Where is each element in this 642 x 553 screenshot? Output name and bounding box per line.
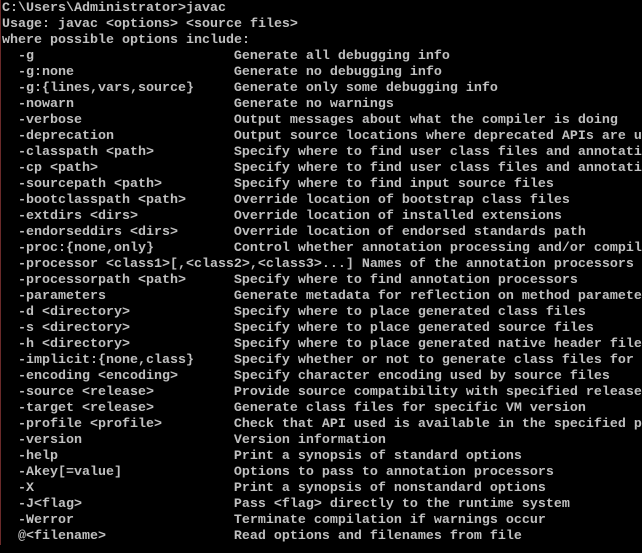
option-description: Specify where to place generated native … [233, 337, 642, 352]
option-row: -g:none Generate no debugging info [2, 65, 642, 81]
option-description: Pass <flag> directly to the runtime syst… [233, 497, 570, 512]
option-name: -processor <class1>[,<class2>,<class3>..… [17, 257, 354, 272]
option-description: Control whether annotation processing an… [233, 241, 642, 256]
option-row: -parameters Generate metadata for reflect… [2, 289, 642, 305]
option-name: -classpath <path> [17, 145, 154, 160]
option-row: -X Print a synopsis of nonstandard option… [2, 481, 642, 497]
option-row: -nowarn Generate no warnings [2, 97, 642, 113]
option-name: -s <directory> [17, 321, 130, 336]
option-row: @<filename> Read options and filenames fr… [2, 529, 642, 545]
option-name: -extdirs <dirs> [17, 209, 138, 224]
option-row: -d <directory> Specify where to place gen… [2, 305, 642, 321]
option-description: Print a synopsis of standard options [233, 449, 522, 464]
option-description: Specify where to find annotation process… [233, 273, 578, 288]
option-description: Override location of installed extension… [233, 209, 562, 224]
option-name: -cp <path> [17, 161, 98, 176]
option-name: -Werror [17, 513, 74, 528]
option-row: -deprecation Output source locations wher… [2, 129, 642, 145]
option-name: -parameters [17, 289, 106, 304]
option-row: -g Generate all debugging info [2, 49, 642, 65]
option-row: -s <directory> Specify where to place gen… [2, 321, 642, 337]
prompt-line: C:\Users\Administrator>javac [2, 1, 226, 16]
intro-line: where possible options include: [2, 33, 250, 48]
option-description: Specify where to find input source files [233, 177, 554, 192]
option-row: -processor <class1>[,<class2>,<class3>..… [2, 257, 642, 273]
option-name: -g:{lines,vars,source} [17, 81, 194, 96]
option-description: Check that API used is available in the … [233, 417, 642, 432]
option-row: -endorseddirs <dirs> Override location of… [2, 225, 642, 241]
usage-line: Usage: javac <options> <source files> [2, 17, 298, 32]
option-name: -J<flag> [17, 497, 82, 512]
option-description: Provide source compatibility with specif… [233, 385, 642, 400]
option-description: Terminate compilation if warnings occur [233, 513, 546, 528]
option-description: Specify character encoding used by sourc… [233, 369, 610, 384]
option-name: -g [17, 49, 34, 64]
option-name: -nowarn [17, 97, 74, 112]
option-name: -target <release> [17, 401, 154, 416]
option-row: -encoding <encoding> Specify character en… [2, 369, 642, 385]
option-description: Output source locations where deprecated… [233, 129, 642, 144]
console-output[interactable]: C:\Users\Administrator>javac Usage: javac… [2, 0, 642, 545]
option-row: -Akey[=value] Options to pass to annotati… [2, 465, 642, 481]
option-name: -source <release> [17, 385, 154, 400]
option-description: Generate all debugging info [233, 49, 450, 64]
option-name: -Akey[=value] [17, 465, 122, 480]
option-row: -version Version information [2, 433, 642, 449]
option-name: -version [17, 433, 82, 448]
option-name: -d <directory> [17, 305, 130, 320]
option-name: @<filename> [17, 529, 106, 544]
option-name: -X [17, 481, 34, 496]
option-row: -classpath <path> Specify where to find u… [2, 145, 642, 161]
option-description: Specify where to place generated class f… [233, 305, 586, 320]
option-name: -processorpath <path> [17, 273, 186, 288]
option-row: -extdirs <dirs> Override location of inst… [2, 209, 642, 225]
option-name: -help [17, 449, 58, 464]
option-row: -Werror Terminate compilation if warnings… [2, 513, 642, 529]
option-name: -endorseddirs <dirs> [17, 225, 178, 240]
option-row: -bootclasspath <path> Override location o… [2, 193, 642, 209]
option-description: Generate metadata for reflection on meth… [233, 289, 642, 304]
option-name: -encoding <encoding> [17, 369, 178, 384]
options-list: -g Generate all debugging info -g:none Gene… [2, 49, 642, 545]
option-row: -proc:{none,only} Control whether annotat… [2, 241, 642, 257]
option-name: -verbose [17, 113, 82, 128]
option-row: -h <directory> Specify where to place gen… [2, 337, 642, 353]
option-description: Specify where to find user class files a… [233, 145, 642, 160]
option-row: -verbose Output messages about what the c… [2, 113, 642, 129]
option-description: Override location of bootstrap class fil… [233, 193, 570, 208]
option-description: Options to pass to annotation processors [233, 465, 554, 480]
option-name: -proc:{none,only} [17, 241, 154, 256]
option-row: -cp <path> Specify where to find user cla… [2, 161, 642, 177]
option-description: Generate no debugging info [233, 65, 442, 80]
option-description: Generate no warnings [233, 97, 394, 112]
option-row: -implicit:{none,class} Specify whether or… [2, 353, 642, 369]
option-row: -processorpath <path> Specify where to fi… [2, 273, 642, 289]
option-description: Generate only some debugging info [233, 81, 498, 96]
option-row: -sourcepath <path> Specify where to find … [2, 177, 642, 193]
option-name: -sourcepath <path> [17, 177, 162, 192]
option-description: Output messages about what the compiler … [233, 113, 618, 128]
option-name: -implicit:{none,class} [17, 353, 194, 368]
option-description: Generate class files for specific VM ver… [233, 401, 586, 416]
option-row: -target <release> Generate class files fo… [2, 401, 642, 417]
option-row: -help Print a synopsis of standard option… [2, 449, 642, 465]
option-description: Version information [233, 433, 386, 448]
option-name: -profile <profile> [17, 417, 162, 432]
option-name: -g:none [17, 65, 74, 80]
option-description: Specify whether or not to generate class… [233, 353, 634, 368]
option-name: -deprecation [17, 129, 114, 144]
option-description: Print a synopsis of nonstandard options [233, 481, 546, 496]
window-edge [0, 0, 1, 545]
option-description: Override location of endorsed standards … [233, 225, 586, 240]
option-name: -bootclasspath <path> [17, 193, 186, 208]
option-name: -h <directory> [17, 337, 130, 352]
option-description: Names of the annotation processors [361, 257, 634, 272]
option-description: Read options and filenames from file [233, 529, 522, 544]
option-description: Specify where to find user class files a… [233, 161, 642, 176]
option-row: -source <release> Provide source compatib… [2, 385, 642, 401]
option-row: -J<flag> Pass <flag> directly to the runt… [2, 497, 642, 513]
option-row: -profile <profile> Check that API used is… [2, 417, 642, 433]
option-description: Specify where to place generated source … [233, 321, 594, 336]
option-row: -g:{lines,vars,source} Generate only some… [2, 81, 642, 97]
